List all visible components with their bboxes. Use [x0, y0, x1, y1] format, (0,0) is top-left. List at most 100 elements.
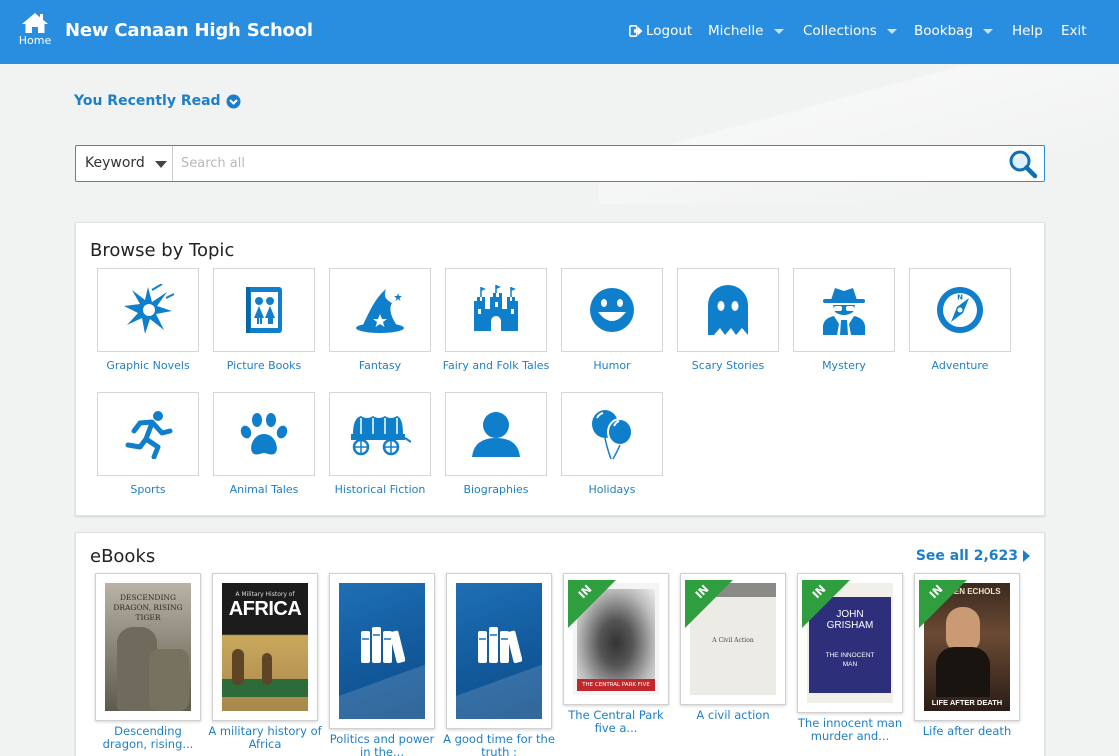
cover-title: LIFE AFTER DEATH — [931, 698, 1003, 707]
topic-label: Picture Books — [226, 359, 302, 372]
book-title[interactable]: Politics and power in the... — [325, 733, 439, 756]
paw-icon — [240, 413, 288, 455]
svg-text:N: N — [957, 294, 963, 302]
book-card[interactable]: THE CENTRAL PARK FIVE IN The Central Par… — [563, 573, 669, 735]
ghost-icon — [708, 285, 748, 335]
book-cover[interactable]: DAMIEN ECHOLS LIFE AFTER DEATH IN — [914, 573, 1020, 721]
topic-label: Mystery — [822, 359, 866, 372]
topic-picture-books[interactable]: Picture Books — [213, 268, 315, 372]
topic-adventure[interactable]: N Adventure — [909, 268, 1011, 372]
topic-scary-stories[interactable]: Scary Stories — [677, 268, 779, 372]
bookbag-menu[interactable]: Bookbag — [914, 23, 994, 39]
home-icon — [22, 13, 48, 33]
book-cover[interactable]: DESCENDING DRAGON, RISING TIGER — [95, 573, 201, 721]
browse-title: Browse by Topic — [90, 240, 235, 261]
help-link[interactable]: Help — [1012, 23, 1043, 39]
cover-title: AFRICA — [228, 598, 302, 620]
book-cover[interactable]: THE CENTRAL PARK FIVE IN — [563, 573, 669, 705]
in-collection-badge: IN — [919, 580, 967, 628]
school-name[interactable]: New Canaan High School — [65, 20, 313, 41]
top-navigation-bar: Home New Canaan High School Logout Miche… — [0, 0, 1119, 64]
book-title[interactable]: A good time for the truth : — [442, 733, 556, 756]
book-title[interactable]: Descending dragon, rising... — [91, 725, 205, 751]
book-card[interactable]: A Civil Action IN A civil action — [680, 573, 786, 722]
book-cover[interactable]: JOHN GRISHAM THE INNOCENT MAN IN — [797, 573, 903, 713]
chevron-down-icon — [773, 28, 784, 34]
castle-icon — [474, 285, 518, 331]
book-title[interactable]: A civil action — [676, 709, 790, 722]
topic-mystery[interactable]: Mystery — [793, 268, 895, 372]
book-title[interactable]: The innocent man murder and... — [793, 717, 907, 743]
burst-icon — [124, 284, 174, 334]
user-menu[interactable]: Michelle — [708, 23, 784, 39]
logout-label: Logout — [646, 23, 693, 39]
recently-read-toggle[interactable]: You Recently Read — [74, 93, 241, 109]
topic-label: Holidays — [588, 483, 636, 496]
logout-link[interactable]: Logout — [629, 23, 692, 39]
caret-right-icon — [1023, 550, 1030, 562]
search-icon — [1009, 150, 1038, 179]
dropdown-arrow-icon — [155, 161, 167, 168]
collections-menu[interactable]: Collections — [803, 23, 897, 39]
book-title[interactable]: The Central Park five a... — [559, 709, 673, 735]
topic-label: Fantasy — [358, 359, 402, 372]
topic-label: Historical Fiction — [334, 483, 426, 496]
topic-sports[interactable]: Sports — [97, 392, 199, 496]
home-button[interactable]: Home — [16, 12, 54, 47]
wizard-hat-icon — [356, 289, 404, 333]
book-card[interactable]: JOHN GRISHAM THE INNOCENT MAN IN The inn… — [797, 573, 903, 743]
book-card[interactable]: DESCENDING DRAGON, RISING TIGER Descendi… — [95, 573, 201, 751]
home-label: Home — [18, 34, 52, 47]
book-card[interactable]: A Military History of AFRICA A military … — [208, 573, 322, 751]
book-cover[interactable]: A Civil Action IN — [680, 573, 786, 705]
topic-graphic-novels[interactable]: Graphic Novels — [97, 268, 199, 372]
covered-wagon-icon — [351, 416, 411, 456]
topic-label: Sports — [130, 483, 166, 496]
book-card[interactable]: A good time for the truth : — [443, 573, 555, 756]
logout-icon — [629, 25, 643, 37]
chevron-down-icon — [983, 28, 994, 34]
cover-title: A Civil Action — [712, 637, 754, 644]
book-cover[interactable] — [329, 573, 435, 729]
cover-title: DESCENDING DRAGON, RISING TIGER — [113, 593, 183, 622]
compass-icon: N — [937, 287, 983, 333]
topic-label: Animal Tales — [229, 483, 299, 496]
chevron-circle-down-icon — [226, 94, 241, 108]
in-collection-badge: IN — [568, 580, 616, 628]
topic-label: Scary Stories — [691, 359, 765, 372]
topic-label: Adventure — [931, 359, 989, 372]
picture-book-icon — [246, 287, 282, 333]
topic-label: Graphic Novels — [106, 359, 190, 372]
cover-title: THE CENTRAL PARK FIVE — [577, 679, 655, 691]
topic-historical-fiction[interactable]: Historical Fiction — [329, 392, 431, 496]
book-title[interactable]: Life after death — [910, 725, 1024, 738]
book-cover[interactable]: A Military History of AFRICA — [212, 573, 318, 721]
user-name: Michelle — [708, 23, 764, 39]
topic-biographies[interactable]: Biographies — [445, 392, 547, 496]
balloons-icon — [592, 410, 633, 460]
topic-label: Fairy and Folk Tales — [442, 359, 550, 372]
detective-icon — [823, 288, 865, 335]
collections-label: Collections — [803, 23, 877, 39]
topic-fairy-and-folk-tales[interactable]: Fairy and Folk Tales — [443, 268, 549, 372]
search-type-value: Keyword — [85, 155, 145, 171]
book-card[interactable]: Politics and power in the... — [329, 573, 435, 756]
search-bar: Keyword — [75, 145, 1045, 182]
topic-holidays[interactable]: Holidays — [561, 392, 663, 496]
chevron-down-icon — [886, 28, 897, 34]
topic-fantasy[interactable]: Fantasy — [329, 268, 431, 372]
topic-humor[interactable]: Humor — [561, 268, 663, 372]
search-type-select[interactable]: Keyword — [76, 146, 173, 181]
book-placeholder-icon — [361, 627, 405, 664]
exit-link[interactable]: Exit — [1061, 23, 1087, 39]
search-input[interactable] — [173, 146, 1003, 181]
topic-animal-tales[interactable]: Animal Tales — [213, 392, 315, 496]
see-all-link[interactable]: See all 2,623 — [916, 548, 1030, 564]
see-all-label: See all 2,623 — [915, 548, 1018, 564]
bookbag-label: Bookbag — [914, 23, 974, 39]
book-title[interactable]: A military history of Africa — [208, 725, 322, 751]
search-button[interactable] — [1008, 149, 1038, 179]
book-cover[interactable] — [446, 573, 552, 729]
in-collection-badge: IN — [802, 580, 850, 628]
book-card[interactable]: DAMIEN ECHOLS LIFE AFTER DEATH IN Life a… — [914, 573, 1020, 738]
